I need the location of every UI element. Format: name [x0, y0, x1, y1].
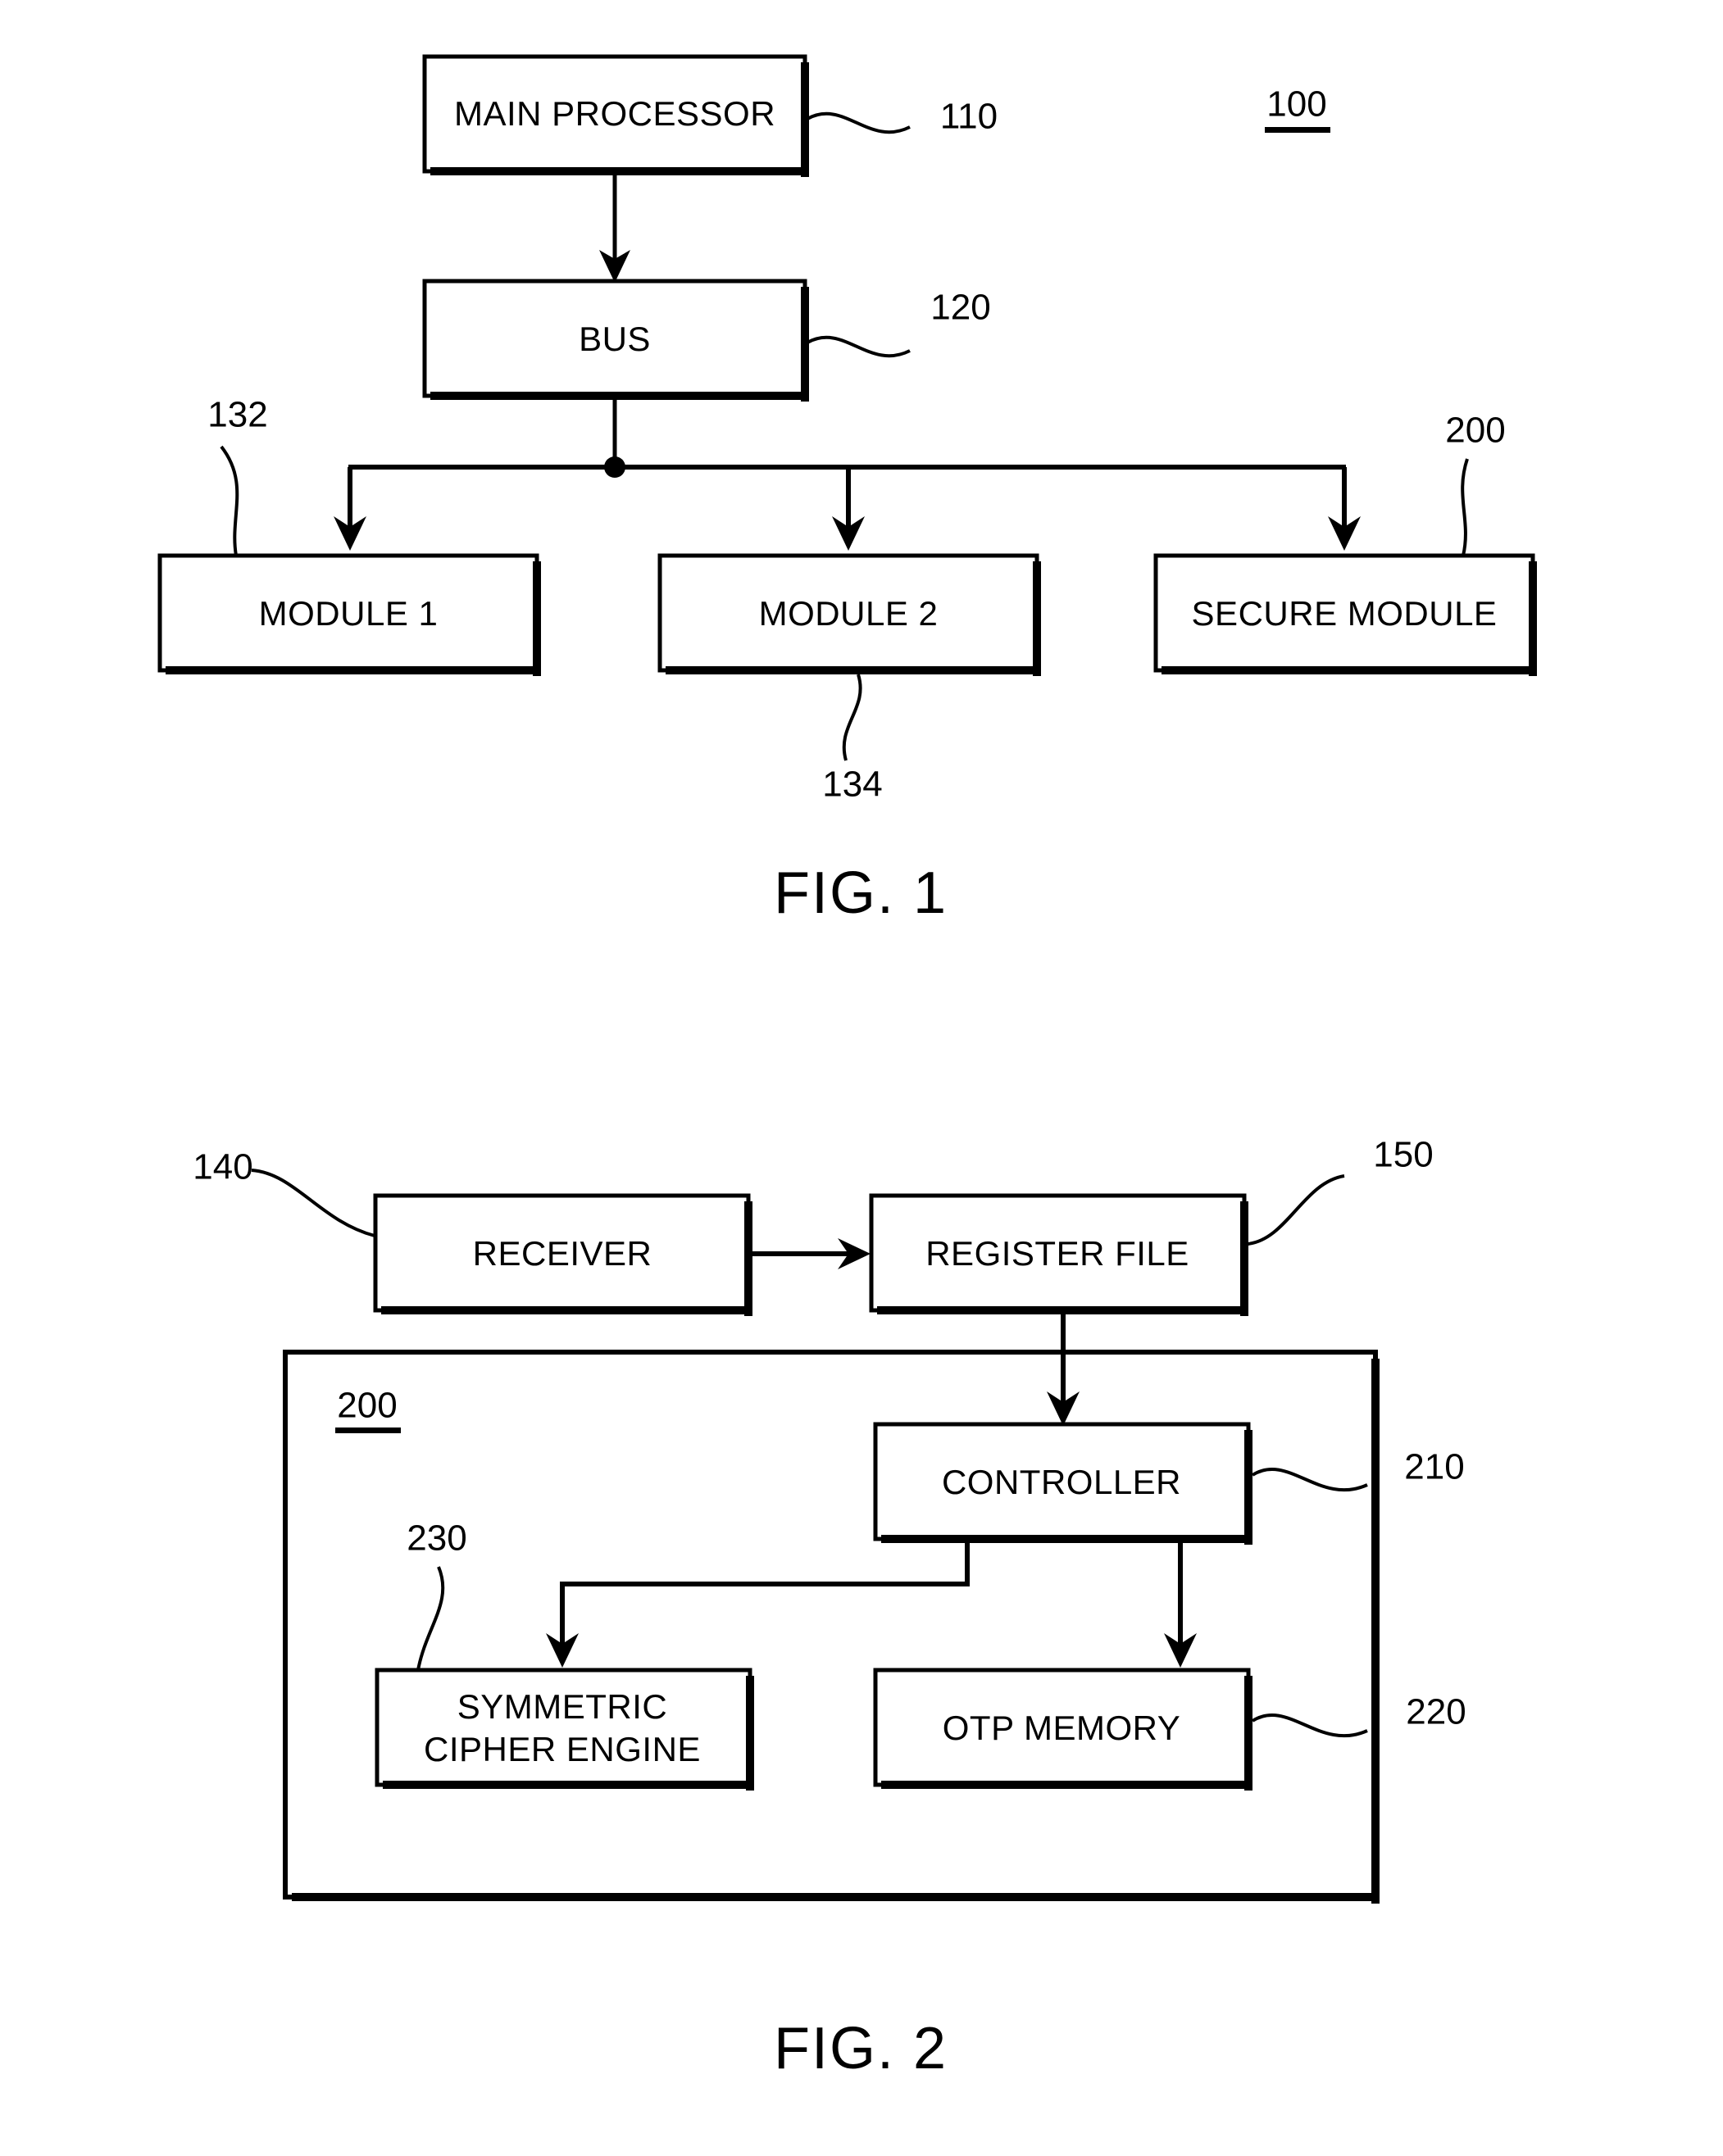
ref-100-label: 100 — [1266, 84, 1326, 125]
ref-132-label: 132 — [207, 395, 267, 435]
module-2-block: MODULE 2 — [657, 553, 1041, 676]
ref-100-system: 100 — [1265, 84, 1330, 133]
module-1-label: MODULE 1 — [259, 594, 439, 633]
arrow-controller-to-cipher-engine — [546, 1543, 970, 1668]
ref-110-label: 110 — [940, 97, 998, 137]
receiver-label: RECEIVER — [473, 1234, 652, 1273]
otp-memory-block: OTP MEMORY — [873, 1668, 1252, 1791]
ref-150-leader: 150 — [1247, 1135, 1434, 1246]
ref-200-fig2-label: 200 — [337, 1386, 397, 1426]
register-file-block: REGISTER FILE — [869, 1193, 1248, 1316]
ref-210-label: 210 — [1404, 1447, 1464, 1487]
ref-140-label: 140 — [193, 1147, 252, 1187]
ref-140-leader: 140 — [193, 1147, 375, 1237]
ref-110-leader: 110 — [807, 97, 998, 137]
ref-134-label: 134 — [822, 765, 882, 805]
figure-2-group: 140 RECEIVER REGISTER FILE 150 200 CONTR… — [193, 1135, 1466, 2081]
otp-memory-label: OTP MEMORY — [943, 1709, 1181, 1747]
fig1-caption: FIG. 1 — [774, 860, 948, 926]
ref-150-label: 150 — [1373, 1135, 1433, 1175]
cipher-engine-label-line2: CIPHER ENGINE — [424, 1730, 701, 1768]
ref-200-fig2: 200 — [335, 1386, 401, 1433]
module-1-block: MODULE 1 — [157, 553, 541, 676]
arrow-bus-to-secure-module — [1328, 467, 1361, 551]
register-file-label: REGISTER FILE — [925, 1234, 1189, 1273]
figure-1-group: MAIN PROCESSOR 110 100 BUS 120 MODULE 1 … — [157, 54, 1537, 926]
arrow-bus-to-module-2 — [832, 467, 865, 551]
patent-drawing-canvas: MAIN PROCESSOR 110 100 BUS 120 MODULE 1 … — [157, 54, 1537, 2081]
ref-230-label: 230 — [407, 1518, 466, 1559]
ref-200-fig1-label: 200 — [1445, 411, 1505, 451]
module-2-label: MODULE 2 — [759, 594, 939, 633]
secure-module-label: SECURE MODULE — [1192, 594, 1498, 633]
secure-module-block: SECURE MODULE — [1153, 553, 1537, 676]
arrow-register-file-to-controller — [1047, 1314, 1080, 1426]
ref-230-leader: 230 — [407, 1518, 467, 1671]
cipher-engine-label-line1: SYMMETRIC — [457, 1687, 668, 1726]
fig2-caption: FIG. 2 — [774, 2016, 948, 2081]
ref-220-label: 220 — [1406, 1692, 1466, 1732]
bus-label: BUS — [579, 320, 651, 358]
ref-200-fig1-leader: 200 — [1445, 411, 1506, 556]
symmetric-cipher-engine-block: SYMMETRIC CIPHER ENGINE — [375, 1668, 754, 1791]
main-processor-block: MAIN PROCESSOR — [422, 54, 809, 177]
controller-label: CONTROLLER — [942, 1463, 1181, 1501]
receiver-block: RECEIVER — [373, 1193, 752, 1316]
ref-120-label: 120 — [930, 288, 990, 328]
arrow-bus-to-module-1 — [334, 467, 366, 551]
ref-120-leader: 120 — [807, 288, 991, 358]
ref-132-leader: 132 — [207, 395, 268, 556]
arrow-receiver-to-register-file — [752, 1238, 871, 1269]
ref-134-leader: 134 — [822, 674, 883, 805]
ref-210-leader: 210 — [1251, 1447, 1465, 1492]
main-processor-label: MAIN PROCESSOR — [454, 94, 775, 133]
bus-block: BUS — [422, 279, 809, 402]
arrow-controller-to-otp-memory — [1164, 1543, 1197, 1668]
arrow-processor-to-bus — [599, 175, 630, 283]
ref-220-leader: 220 — [1251, 1692, 1466, 1738]
controller-block: CONTROLLER — [873, 1422, 1252, 1545]
